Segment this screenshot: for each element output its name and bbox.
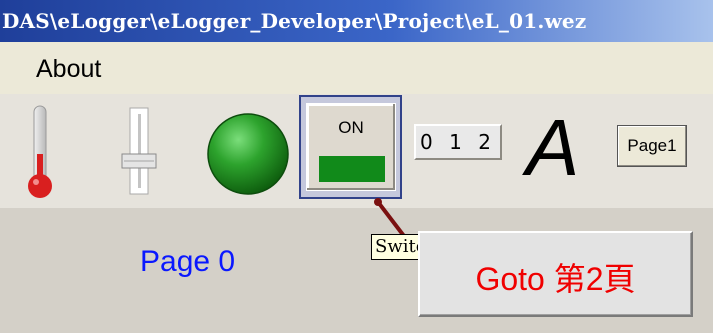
title-bar: DAS\eLogger\eLogger_Developer\Project\eL… <box>0 0 713 42</box>
vertical-slider-icon[interactable] <box>118 106 162 198</box>
menu-bar: About <box>0 42 713 94</box>
page1-button[interactable]: Page1 <box>617 125 687 167</box>
green-led-icon[interactable] <box>206 112 290 196</box>
thermometer-icon[interactable] <box>20 104 60 200</box>
switch-label: ON <box>338 118 364 137</box>
menu-item-about[interactable]: About <box>36 55 101 84</box>
goto-button-label: Goto 第2頁 <box>475 261 636 297</box>
window-title: DAS\eLogger\eLogger_Developer\Project\eL… <box>2 9 587 33</box>
digit-display[interactable]: 0 1 2 <box>414 124 502 160</box>
switch-indicator-lamp <box>319 156 385 182</box>
page-label: Page 0 <box>140 245 236 278</box>
text-object[interactable]: A <box>526 104 579 192</box>
on-switch-button[interactable]: ON <box>306 103 396 191</box>
goto-page2-button[interactable]: Goto 第2頁 <box>418 231 693 317</box>
